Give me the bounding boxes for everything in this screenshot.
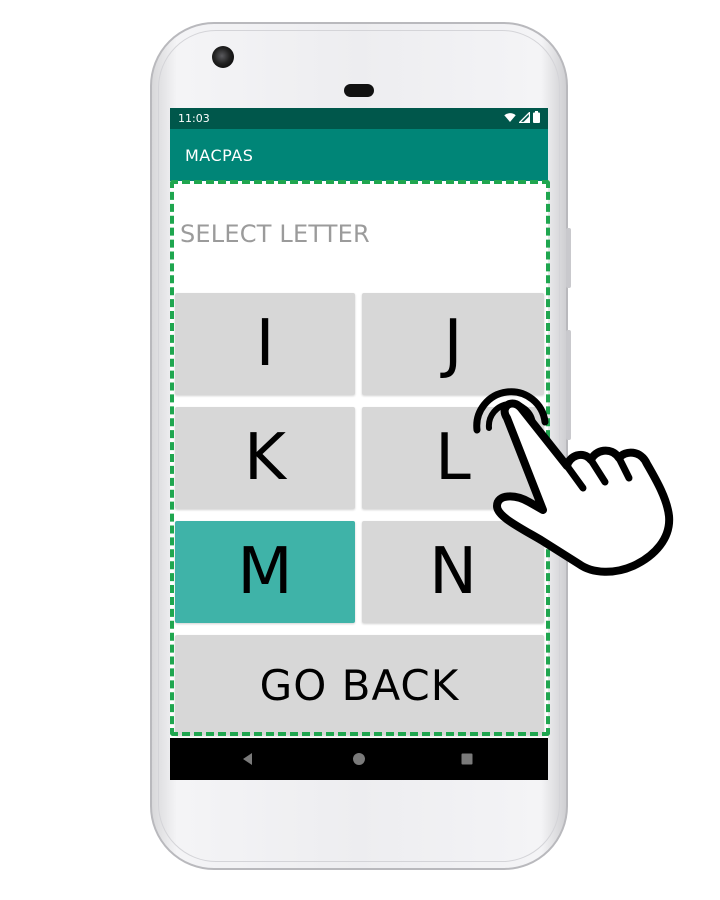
earpiece-speaker <box>344 84 374 97</box>
signal-icon <box>519 111 530 123</box>
letter-key-n[interactable]: N <box>362 521 544 623</box>
app-bar: MACPAS <box>170 129 548 181</box>
front-camera <box>212 46 234 68</box>
status-icons <box>504 111 540 123</box>
letter-key-l[interactable]: L <box>362 407 544 509</box>
app-title: MACPAS <box>185 146 254 165</box>
letter-key-m[interactable]: M <box>175 521 355 623</box>
recents-square-icon <box>461 753 473 765</box>
letter-key-i[interactable]: I <box>175 293 355 395</box>
home-circle-icon <box>353 753 365 765</box>
letter-key-k[interactable]: K <box>175 407 355 509</box>
status-time: 11:03 <box>178 112 210 125</box>
volume-button <box>566 330 571 440</box>
wifi-icon <box>504 112 516 122</box>
select-letter-prompt: SELECT LETTER <box>180 220 370 248</box>
battery-icon <box>533 111 540 123</box>
device-screen: 11:03 MACPAS SELECT LETTER I J K L M N G… <box>170 108 548 780</box>
status-bar: 11:03 <box>170 108 548 129</box>
navigation-bar <box>170 738 548 780</box>
stage: 11:03 MACPAS SELECT LETTER I J K L M N G… <box>0 0 720 900</box>
nav-home-button[interactable] <box>339 738 379 780</box>
letter-key-j[interactable]: J <box>362 293 544 395</box>
nav-recents-button[interactable] <box>447 738 487 780</box>
nav-back-button[interactable] <box>228 738 268 780</box>
back-triangle-icon <box>243 753 252 765</box>
power-button <box>566 228 571 288</box>
go-back-button[interactable]: GO BACK <box>175 635 544 735</box>
